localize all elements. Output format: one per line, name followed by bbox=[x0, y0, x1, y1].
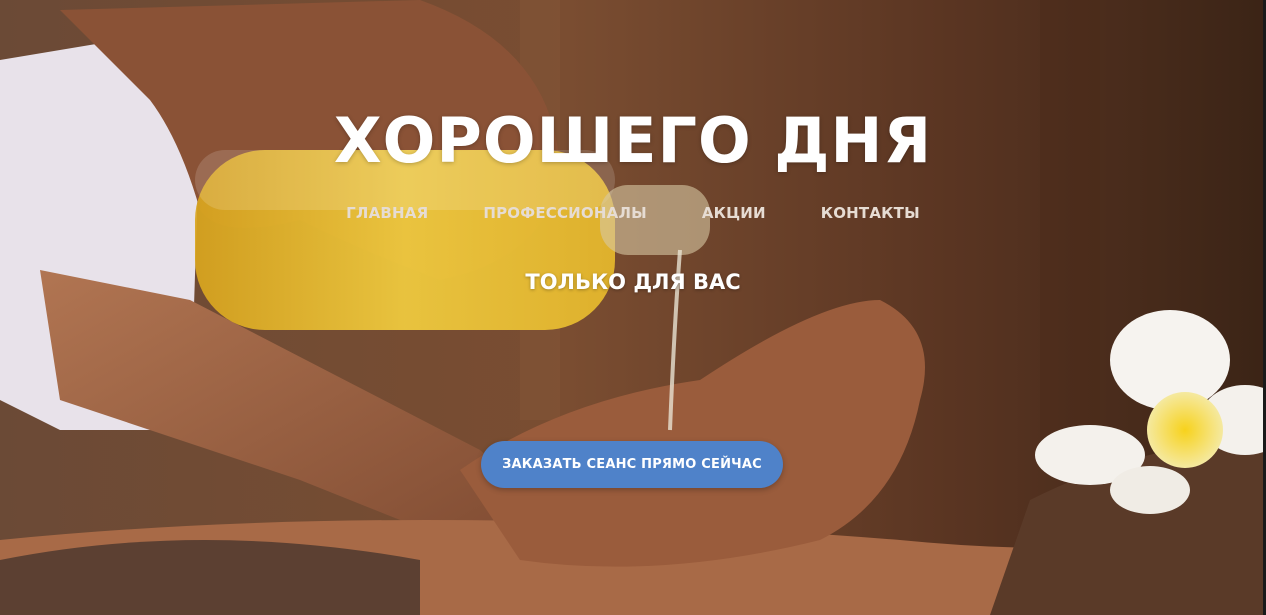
nav-item-professionals[interactable]: ПРОФЕССИОНАЛЫ bbox=[483, 204, 647, 222]
main-nav: ГЛАВНАЯ ПРОФЕССИОНАЛЫ АКЦИИ КОНТАКТЫ bbox=[0, 204, 1266, 222]
site-title: ХОРОШЕГО ДНЯ bbox=[333, 104, 933, 177]
hero-section: ХОРОШЕГО ДНЯ ГЛАВНАЯ ПРОФЕССИОНАЛЫ АКЦИИ… bbox=[0, 0, 1266, 615]
nav-item-home[interactable]: ГЛАВНАЯ bbox=[346, 204, 428, 222]
hero-content: ХОРОШЕГО ДНЯ ГЛАВНАЯ ПРОФЕССИОНАЛЫ АКЦИИ… bbox=[0, 0, 1266, 615]
book-session-button[interactable]: ЗАКАЗАТЬ СЕАНС ПРЯМО СЕЙЧАС bbox=[481, 441, 783, 488]
nav-item-promotions[interactable]: АКЦИИ bbox=[702, 204, 766, 222]
nav-item-contacts[interactable]: КОНТАКТЫ bbox=[821, 204, 920, 222]
hero-tagline: ТОЛЬКО ДЛЯ ВАС bbox=[525, 270, 741, 294]
